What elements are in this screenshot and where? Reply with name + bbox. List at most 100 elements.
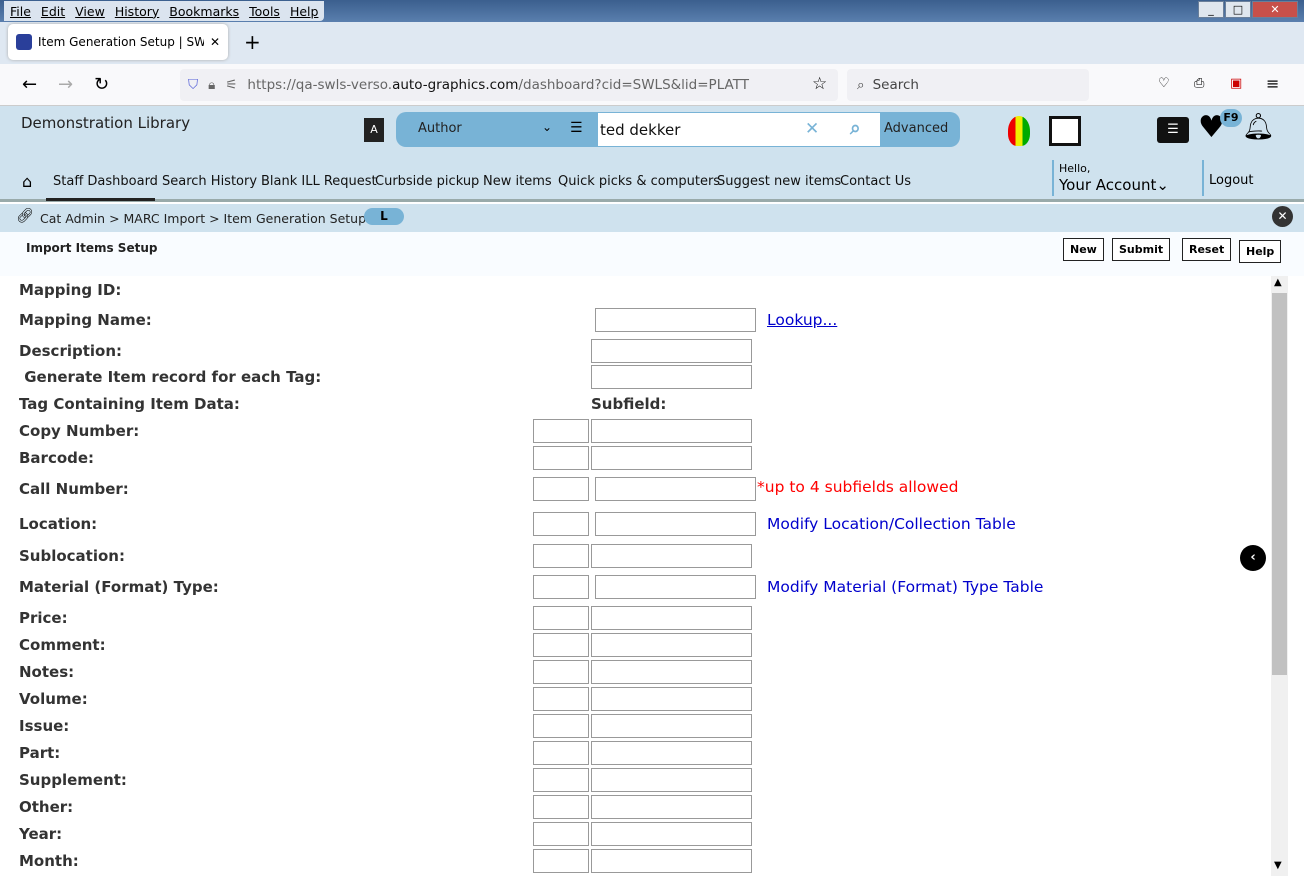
subfield-input[interactable] (591, 822, 752, 846)
tag-input[interactable] (533, 477, 589, 501)
list-icon[interactable]: ☰ (1157, 117, 1189, 143)
nav-item[interactable]: New items (483, 174, 552, 189)
scroll-up-icon[interactable]: ▲ (1274, 277, 1282, 288)
tag-input[interactable] (533, 768, 589, 792)
subfield-input[interactable] (591, 795, 752, 819)
subfield-input[interactable] (595, 512, 756, 536)
search-type-select[interactable]: Author (418, 121, 462, 136)
reload-icon[interactable]: ↻ (94, 74, 109, 95)
new-tab-button[interactable]: + (244, 30, 261, 54)
menu-help[interactable]: Help (290, 4, 319, 19)
subfield-input[interactable] (595, 477, 756, 501)
subfield-input[interactable] (591, 849, 752, 873)
subfield-input[interactable] (591, 365, 752, 389)
close-tab-icon[interactable]: ✕ (210, 35, 220, 49)
subfield-input[interactable] (591, 741, 752, 765)
library-pill[interactable]: L (364, 208, 404, 225)
print-icon[interactable]: ⎙ (1194, 76, 1204, 91)
tag-input[interactable] (533, 419, 589, 443)
favorites-badge: F9 (1220, 109, 1242, 127)
subfield-input[interactable] (591, 660, 752, 684)
row-link[interactable]: Lookup... (767, 311, 837, 329)
tag-input[interactable] (533, 512, 589, 536)
subfield-input[interactable] (591, 606, 752, 630)
close-window-button[interactable]: ✕ (1252, 1, 1298, 18)
menu-history[interactable]: History (115, 4, 159, 19)
nav-item[interactable]: Blank ILL Request (261, 174, 377, 189)
submit-button[interactable]: Submit (1112, 238, 1171, 261)
menu-view[interactable]: View (75, 4, 105, 19)
tag-input[interactable] (533, 606, 589, 630)
field-label: Sublocation: (19, 547, 125, 565)
url-bar[interactable]: ⛉ 🔒︎ ⚟ https://qa-swls-verso.auto-graphi… (180, 69, 838, 101)
tag-input[interactable] (533, 544, 589, 568)
help-button[interactable]: Help (1239, 240, 1282, 263)
database-icon[interactable]: ☰ (570, 120, 583, 136)
scroll-down-icon[interactable]: ▼ (1274, 860, 1282, 871)
maximize-button[interactable]: □ (1225, 1, 1251, 18)
menu-tools[interactable]: Tools (249, 4, 280, 19)
tag-input[interactable] (533, 822, 589, 846)
tag-input[interactable] (533, 575, 589, 599)
nav-item[interactable]: Quick picks & computers (558, 174, 720, 189)
account-menu[interactable]: Your Account⌄ (1059, 176, 1169, 194)
subfield-input[interactable] (595, 308, 756, 332)
nav-item[interactable]: Suggest new items (717, 174, 841, 189)
menu-bookmarks[interactable]: Bookmarks (169, 4, 239, 19)
subfield-input[interactable] (595, 575, 756, 599)
nav-item[interactable]: Search History (162, 174, 257, 189)
chevron-down-icon[interactable]: ⌄ (542, 120, 552, 134)
subfield-input[interactable] (591, 714, 752, 738)
tag-input[interactable] (533, 714, 589, 738)
balloon-icon[interactable] (1008, 116, 1030, 146)
permissions-icon: ⚟ (225, 77, 238, 93)
scan-search-icon[interactable] (1049, 116, 1081, 146)
chevron-left-icon[interactable]: ‹ (1240, 545, 1266, 571)
subfield-input[interactable] (591, 633, 752, 657)
extension-icon[interactable]: ▣ (1230, 76, 1242, 91)
search-icon: ⌕ (857, 77, 865, 93)
subfield-input[interactable] (591, 419, 752, 443)
reset-button[interactable]: Reset (1182, 238, 1232, 261)
nav-item[interactable]: Contact Us (840, 174, 911, 189)
search-placeholder: Search (872, 77, 919, 93)
tag-input[interactable] (533, 446, 589, 470)
subfield-input[interactable] (591, 339, 752, 363)
lock-icon: 🔒︎ (208, 77, 216, 93)
subfield-input[interactable] (591, 446, 752, 470)
row-link[interactable]: Modify Material (Format) Type Table (767, 578, 1043, 596)
tag-input[interactable] (533, 795, 589, 819)
search-icon[interactable]: ⌕ (850, 117, 861, 139)
tag-input[interactable] (533, 633, 589, 657)
row-link[interactable]: Modify Location/Collection Table (767, 515, 1016, 533)
hamburger-menu-icon[interactable]: ≡ (1266, 74, 1279, 93)
nav-item[interactable]: Staff Dashboard (53, 174, 158, 189)
browser-search[interactable]: ⌕ Search (847, 69, 1089, 101)
forward-icon[interactable]: → (58, 74, 73, 95)
tag-input[interactable] (533, 741, 589, 765)
tag-input[interactable] (533, 687, 589, 711)
browser-tab[interactable]: Item Generation Setup | SWLS | ✕ (8, 24, 228, 60)
subfield-input[interactable] (591, 768, 752, 792)
menu-file[interactable]: File (10, 4, 31, 19)
clear-search-icon[interactable]: ✕ (805, 119, 819, 139)
home-icon[interactable]: ⌂ (22, 172, 32, 191)
bookmark-star-icon[interactable]: ☆ (812, 74, 827, 94)
nav-item[interactable]: Curbside pickup (375, 174, 479, 189)
search-input[interactable]: ted dekker (598, 113, 880, 146)
translate-icon[interactable]: A (364, 118, 384, 142)
logout-link[interactable]: Logout (1209, 173, 1254, 188)
pocket-icon[interactable]: ♡ (1158, 76, 1170, 91)
close-panel-icon[interactable]: ✕ (1272, 206, 1293, 227)
minimize-button[interactable]: _ (1198, 1, 1224, 18)
tag-input[interactable] (533, 660, 589, 684)
back-icon[interactable]: ← (22, 74, 37, 95)
subfield-input[interactable] (591, 687, 752, 711)
menu-edit[interactable]: Edit (41, 4, 65, 19)
new-button[interactable]: New (1063, 238, 1104, 261)
scrollbar-thumb[interactable] (1272, 293, 1287, 675)
subfield-input[interactable] (591, 544, 752, 568)
bell-icon[interactable]: 🔔︎ (1242, 112, 1275, 142)
tag-input[interactable] (533, 849, 589, 873)
advanced-search-button[interactable]: Advanced (884, 121, 948, 136)
